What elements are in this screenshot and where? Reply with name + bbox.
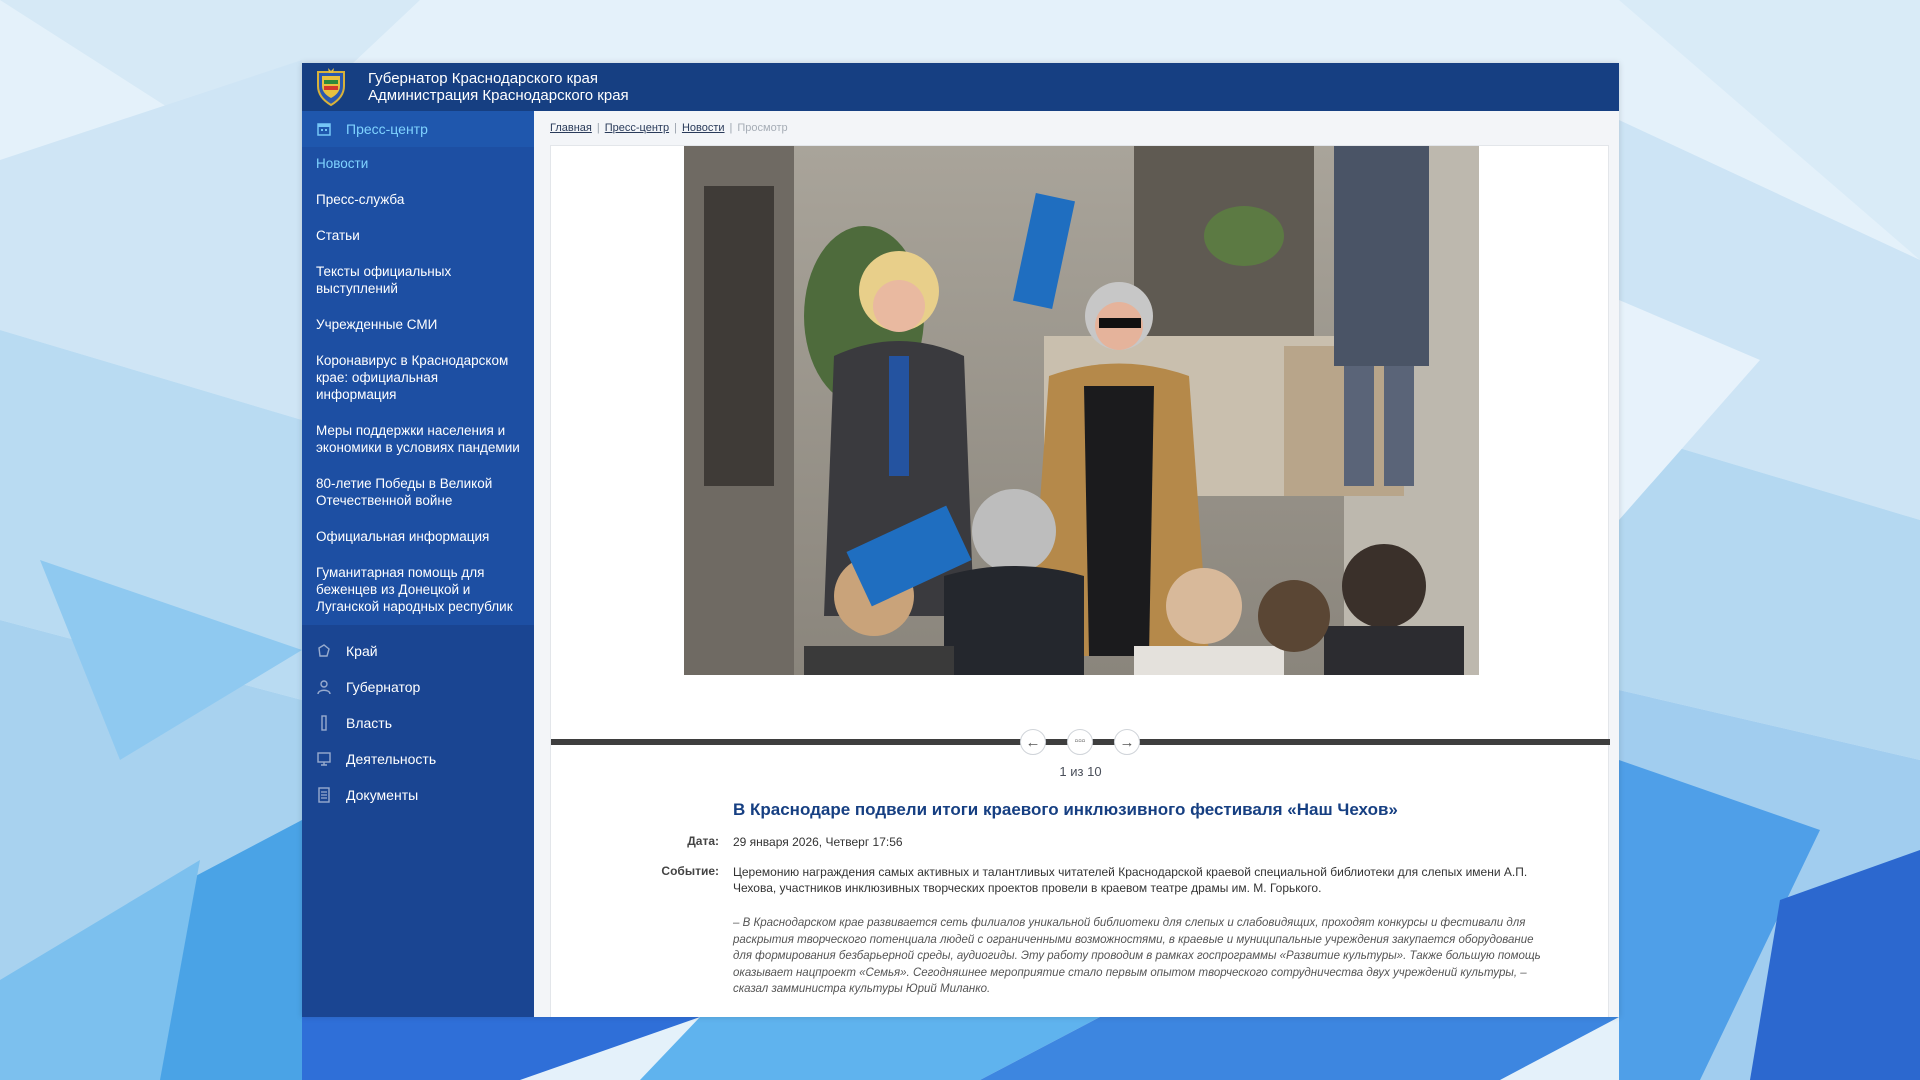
- sidebar-item-activity[interactable]: Деятельность: [302, 741, 534, 777]
- column-icon: [321, 715, 327, 731]
- breadcrumb-current: Просмотр: [737, 122, 788, 134]
- sidebar-item-press-center[interactable]: Пресс-центр: [302, 111, 534, 147]
- breadcrumb: Главная | Пресс-центр | Новости | Просмо…: [534, 111, 1619, 145]
- header-title-administration[interactable]: Администрация Краснодарского края: [368, 87, 629, 104]
- sidebar-item-label: Край: [346, 643, 378, 659]
- main-content: Главная | Пресс-центр | Новости | Просмо…: [534, 111, 1619, 1017]
- sidebar-item-humanitarian-aid[interactable]: Гуманитарная помощь для беженцев из Доне…: [302, 564, 534, 615]
- article-title: В Краснодаре подвели итоги краевого инкл…: [733, 800, 1398, 819]
- arrow-right-icon: →: [1119, 733, 1135, 751]
- sidebar-item-articles[interactable]: Статьи: [302, 227, 534, 244]
- gallery-photo[interactable]: [684, 146, 1479, 675]
- breadcrumb-separator: |: [729, 122, 733, 134]
- sidebar-item-documents[interactable]: Документы: [302, 777, 534, 813]
- document-icon: [318, 787, 330, 803]
- region-icon: [318, 644, 330, 657]
- breadcrumb-press-center[interactable]: Пресс-центр: [605, 122, 669, 134]
- gallery-grid-button[interactable]: ▫▫▫: [1067, 729, 1093, 755]
- sidebar-item-press-service[interactable]: Пресс-служба: [302, 191, 534, 208]
- article-panel: ← ▫▫▫ → 1 из 10 В Краснодаре подвели ито…: [550, 145, 1610, 1017]
- article-quote: – В Краснодарском крае развивается сеть …: [733, 917, 1541, 995]
- sidebar-item-governor[interactable]: Губернатор: [302, 669, 534, 705]
- gallery-next-button[interactable]: →: [1114, 729, 1140, 755]
- sidebar-item-speeches[interactable]: Тексты официальных выступлений: [302, 263, 534, 297]
- date-value: 29 января 2026, Четверг 17:56: [733, 835, 903, 849]
- sidebar-item-victory-80[interactable]: 80-летие Победы в Великой Отечественной …: [302, 475, 534, 509]
- press-center-submenu: Новости Пресс-служба Статьи Тексты офици…: [302, 147, 534, 625]
- sidebar-item-authority[interactable]: Власть: [302, 705, 534, 741]
- monitor-icon: [317, 752, 331, 766]
- sidebar-item-label: Документы: [346, 787, 419, 803]
- sidebar-item-media[interactable]: Учрежденные СМИ: [302, 316, 534, 333]
- event-value: Церемонию награждения самых активных и т…: [733, 865, 1528, 895]
- sidebar-item-label: Деятельность: [346, 751, 437, 767]
- sidebar-item-coronavirus[interactable]: Коронавирус в Краснодарском крае: официа…: [302, 352, 534, 403]
- calendar-icon: [317, 123, 331, 136]
- sidebar-item-label: Власть: [346, 715, 392, 731]
- sidebar-section-title: Пресс-центр: [346, 121, 428, 137]
- sidebar-item-label: Губернатор: [346, 679, 421, 695]
- date-label: Дата:: [687, 834, 719, 848]
- event-label: Событие:: [661, 864, 719, 878]
- browser-window: Губернатор Краснодарского края Администр…: [302, 63, 1619, 1017]
- gallery-counter: 1 из 10: [1059, 764, 1102, 779]
- grid-icon: ▫▫▫: [1074, 736, 1086, 747]
- sidebar-item-news[interactable]: Новости: [302, 155, 534, 172]
- header-title-governor[interactable]: Губернатор Краснодарского края: [368, 70, 629, 87]
- breadcrumb-news[interactable]: Новости: [682, 122, 725, 134]
- breadcrumb-separator: |: [674, 122, 677, 134]
- article-date-row: Дата: 29 января 2026, Четверг 17:56: [647, 834, 903, 850]
- arrow-left-icon: ←: [1025, 733, 1041, 751]
- person-icon: [317, 680, 331, 695]
- site-header: Губернатор Краснодарского края Администр…: [302, 63, 1619, 111]
- breadcrumb-home[interactable]: Главная: [550, 122, 592, 134]
- sidebar-item-support-measures[interactable]: Меры поддержки населения и экономики в у…: [302, 422, 534, 456]
- header-titles: Губернатор Краснодарского края Администр…: [368, 70, 629, 104]
- sidebar-item-official-info[interactable]: Официальная информация: [302, 528, 534, 545]
- article-event-row: Событие: Церемонию награждения самых акт…: [647, 864, 1567, 896]
- breadcrumb-separator: |: [596, 122, 600, 134]
- sidebar: Пресс-центр Новости Пресс-служба Статьи …: [302, 111, 534, 1017]
- gallery-controls: ← ▫▫▫ →: [1020, 729, 1140, 755]
- coat-of-arms-icon[interactable]: [312, 66, 350, 108]
- sidebar-item-region[interactable]: Край: [302, 633, 534, 669]
- gallery-prev-button[interactable]: ←: [1020, 729, 1046, 755]
- main-nav: Край Губернатор Власть Деятельность Доку…: [302, 625, 534, 813]
